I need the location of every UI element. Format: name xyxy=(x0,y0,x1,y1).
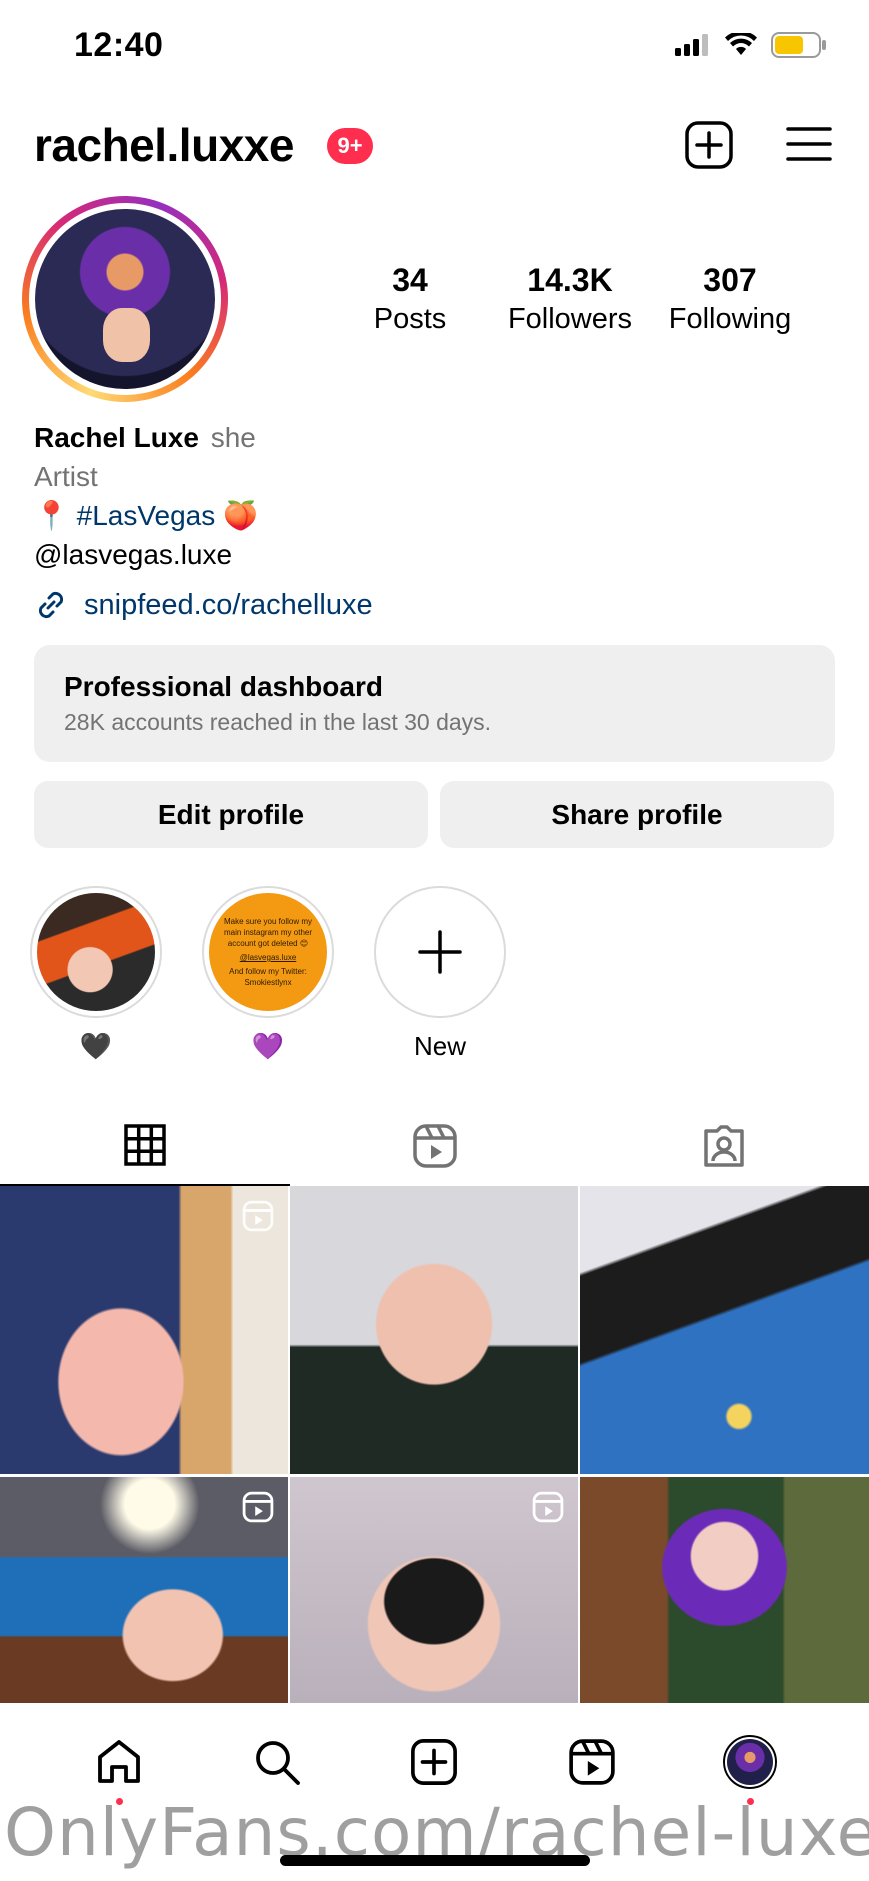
highlight-text-line: account got deleted 😊 xyxy=(227,939,309,948)
reel-badge-icon xyxy=(242,1491,274,1523)
bio-link-text[interactable]: snipfeed.co/rachelluxe xyxy=(84,589,373,622)
profile-avatar-small xyxy=(723,1735,778,1789)
location-pin-emoji: 📍 xyxy=(34,500,69,531)
highlight-text-line: main instagram my other xyxy=(223,928,313,937)
cellular-signal-icon xyxy=(675,34,708,56)
create-post-icon[interactable] xyxy=(684,120,734,170)
stat-value: 14.3K xyxy=(527,262,613,298)
story-highlight[interactable]: Make sure you follow my main instagram m… xyxy=(202,886,334,1064)
search-icon xyxy=(255,1741,300,1785)
reels-icon xyxy=(412,1124,457,1168)
dashboard-title: Professional dashboard xyxy=(64,671,383,702)
highlight-text-line: Smokiestlynx xyxy=(244,978,292,987)
notification-badge[interactable]: 9+ xyxy=(327,128,373,164)
post-thumbnail[interactable] xyxy=(580,1477,869,1703)
edit-profile-button[interactable]: Edit profile xyxy=(34,781,428,848)
highlight-text-line: Make sure you follow my xyxy=(223,917,313,926)
nav-reels[interactable] xyxy=(557,1727,627,1797)
stat-label: Following xyxy=(668,303,792,335)
menu-icon[interactable] xyxy=(786,124,832,164)
stat-following[interactable]: 307 Following xyxy=(650,262,810,336)
professional-dashboard[interactable]: Professional dashboard 28K accounts reac… xyxy=(34,645,835,762)
profile-avatar[interactable] xyxy=(22,196,228,402)
reel-badge-icon xyxy=(242,1200,274,1232)
home-indicator[interactable] xyxy=(280,1855,590,1866)
profile-header: rachel.luxxe 9+ xyxy=(34,118,834,174)
share-profile-button[interactable]: Share profile xyxy=(440,781,834,848)
nav-profile[interactable] xyxy=(715,1727,785,1805)
highlight-cover: Make sure you follow my main instagram m… xyxy=(202,886,334,1018)
profile-stats: 34 Posts 14.3K Followers 307 Following xyxy=(330,262,810,336)
nav-home[interactable] xyxy=(84,1727,154,1805)
highlight-label: New xyxy=(413,1031,466,1061)
highlight-cover xyxy=(30,886,162,1018)
stat-value: 34 xyxy=(392,262,428,298)
stat-label: Followers xyxy=(507,303,633,335)
highlight-text-line: @lasvegas.luxe xyxy=(239,953,297,962)
pronoun: she xyxy=(210,422,256,453)
plus-icon xyxy=(418,930,462,974)
peach-emoji: 🍑 xyxy=(223,500,258,531)
stat-label: Posts xyxy=(373,303,447,335)
mention-link[interactable]: @lasvegas.luxe xyxy=(34,535,834,574)
profile-username[interactable]: rachel.luxxe xyxy=(34,118,294,172)
tagged-icon xyxy=(704,1125,744,1167)
reels-icon xyxy=(569,1739,615,1785)
nav-create[interactable] xyxy=(399,1727,469,1797)
dashboard-subtitle: 28K accounts reached in the last 30 days… xyxy=(64,709,492,735)
stat-value: 307 xyxy=(703,262,757,298)
tab-reels[interactable] xyxy=(290,1106,580,1186)
post-thumbnail[interactable] xyxy=(290,1186,578,1474)
nav-search[interactable] xyxy=(242,1727,312,1797)
home-icon xyxy=(97,1740,140,1783)
profile-bio: Rachel Luxe she Artist 📍 #LasVegas 🍑 @la… xyxy=(34,418,834,574)
highlight-label: 🖤 xyxy=(79,1031,113,1061)
reel-badge-icon xyxy=(532,1491,564,1523)
status-bar: 12:40 xyxy=(0,0,869,92)
display-name: Rachel Luxe xyxy=(34,422,199,453)
post-thumbnail[interactable] xyxy=(0,1186,288,1474)
post-thumbnail[interactable] xyxy=(290,1477,578,1703)
wifi-icon xyxy=(725,33,757,55)
highlight-text-line: And follow my Twitter: xyxy=(229,967,307,976)
battery-icon xyxy=(771,32,826,58)
stat-followers[interactable]: 14.3K Followers xyxy=(490,262,650,336)
hashtag-link[interactable]: #LasVegas xyxy=(77,500,216,531)
category-label: Artist xyxy=(34,461,98,492)
new-highlight-circle xyxy=(374,886,506,1018)
status-time: 12:40 xyxy=(74,26,164,64)
profile-tabs xyxy=(0,1106,869,1186)
story-highlight[interactable]: 🖤 xyxy=(30,886,162,1064)
stat-posts[interactable]: 34 Posts xyxy=(330,262,490,336)
new-highlight-button[interactable]: New xyxy=(374,886,506,1064)
create-icon xyxy=(411,1739,458,1785)
link-icon xyxy=(38,591,64,619)
tab-posts-grid[interactable] xyxy=(0,1106,290,1186)
status-icons xyxy=(675,32,827,58)
posts-grid xyxy=(0,1186,869,1704)
post-thumbnail[interactable] xyxy=(0,1477,288,1703)
highlight-label: 💜 xyxy=(251,1031,285,1061)
post-thumbnail[interactable] xyxy=(580,1186,869,1474)
avatar-photo xyxy=(35,209,215,389)
grid-icon xyxy=(124,1124,166,1166)
tab-tagged[interactable] xyxy=(579,1106,869,1186)
bio-link[interactable]: snipfeed.co/rachelluxe xyxy=(34,588,373,622)
